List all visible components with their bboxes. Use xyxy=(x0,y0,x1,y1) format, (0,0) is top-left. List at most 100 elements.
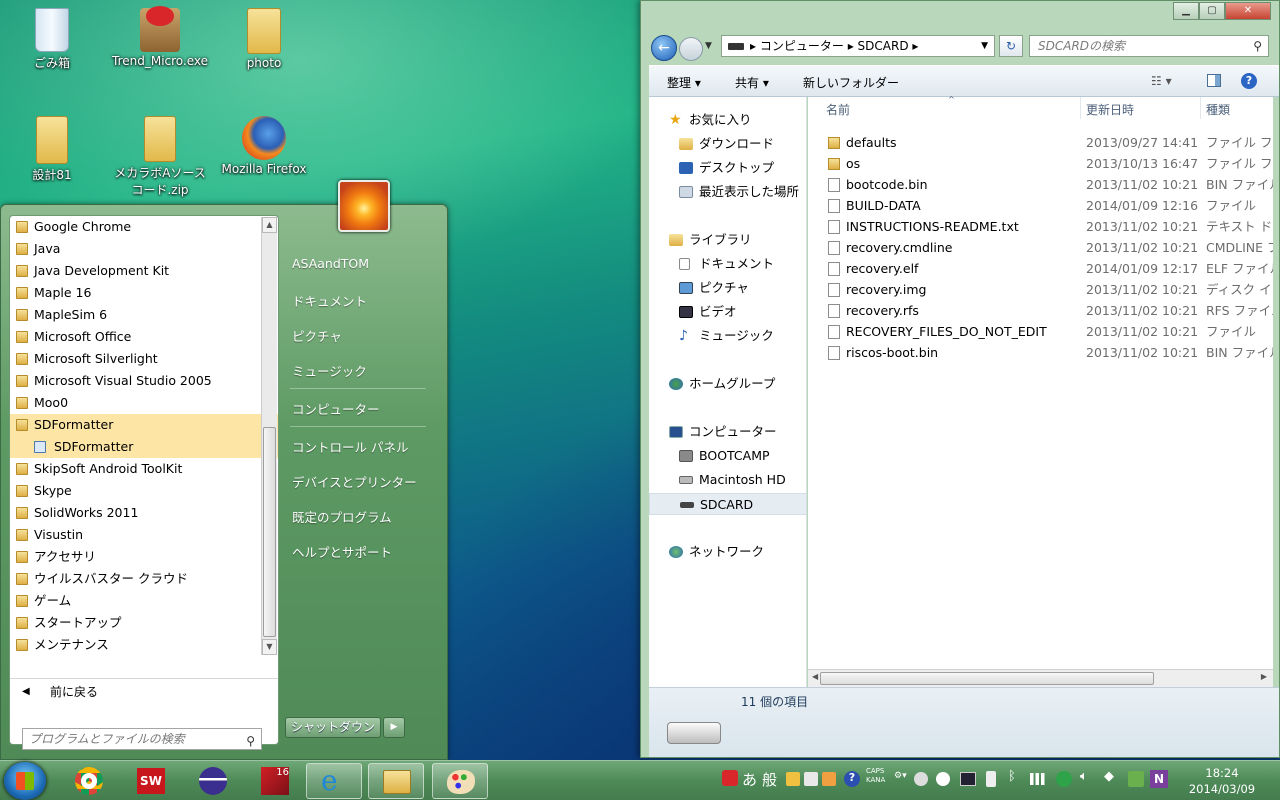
program-folder-item[interactable]: Visustin xyxy=(10,524,278,546)
breadcrumb-computer[interactable]: コンピューター xyxy=(760,39,844,53)
column-header-type[interactable]: 種類 xyxy=(1206,101,1230,118)
program-folder-item[interactable]: MapleSim 6 xyxy=(10,304,278,326)
sync-tray-icon[interactable] xyxy=(914,772,928,786)
column-header-date[interactable]: 更新日時 xyxy=(1086,101,1134,118)
desktop-icon-recycle-bin[interactable]: ごみ箱 xyxy=(4,8,100,71)
clock-tray-icon[interactable] xyxy=(936,772,950,786)
program-list-scrollbar[interactable]: ▲ ▼ xyxy=(261,217,277,655)
start-right-documents[interactable]: ドキュメント xyxy=(292,291,367,310)
clock[interactable]: 18:24 2014/03/09 xyxy=(1172,765,1272,797)
nav-homegroup[interactable]: ホームグループ xyxy=(649,373,807,395)
close-button[interactable]: ✕ xyxy=(1225,2,1271,20)
program-folder-item[interactable]: Maple 16 xyxy=(10,282,278,304)
bluetooth-icon[interactable]: ᛒ xyxy=(1008,769,1016,787)
nav-desktop[interactable]: デスクトップ xyxy=(649,157,807,179)
shutdown-button[interactable]: シャットダウン xyxy=(285,717,381,738)
ime-dictionary[interactable]: 般 xyxy=(762,769,777,789)
taskbar-paint[interactable] xyxy=(432,763,488,799)
new-folder-button[interactable]: 新しいフォルダー xyxy=(803,74,899,91)
program-folder-item[interactable]: メンテナンス xyxy=(10,634,278,656)
desktop-icon-mecalab-zip[interactable]: メカラボAソースコード.zip xyxy=(110,116,210,198)
nav-network[interactable]: ネットワーク xyxy=(649,541,807,563)
program-folder-item[interactable]: Google Chrome xyxy=(10,216,278,238)
hscroll-thumb[interactable] xyxy=(820,672,1154,685)
start-right-help[interactable]: ヘルプとサポート xyxy=(292,542,392,561)
volume-icon[interactable]: 🔈︎ xyxy=(1080,769,1088,787)
back-nav-button[interactable]: ← xyxy=(651,35,677,61)
breadcrumb-sdcard[interactable]: SDCARD xyxy=(858,39,909,53)
file-row[interactable]: INSTRUCTIONS-README.txt 2013/11/02 10:21 テ… xyxy=(808,216,1273,237)
preview-pane-button[interactable] xyxy=(1207,74,1221,87)
start-right-control-panel[interactable]: コントロール パネル xyxy=(292,437,408,456)
start-right-computer[interactable]: コンピューター xyxy=(292,399,380,418)
user-picture[interactable] xyxy=(338,180,390,232)
program-folder-item[interactable]: ウイルスバスター クラウド xyxy=(10,568,278,590)
ime-tools-icon[interactable] xyxy=(786,772,800,786)
taskbar-maple[interactable]: 16 xyxy=(248,763,304,799)
desktop-icon-firefox[interactable]: Mozilla Firefox xyxy=(216,116,312,176)
back-button[interactable]: ◀ 前に戻る xyxy=(10,678,278,704)
program-folder-item[interactable]: スタートアップ xyxy=(10,612,278,634)
nav-libraries[interactable]: ライブラリ xyxy=(649,229,807,251)
explorer-search-input[interactable]: SDCARDの検索 ⚲ xyxy=(1029,35,1269,57)
scroll-up-icon[interactable]: ▲ xyxy=(262,217,277,233)
file-row[interactable]: os 2013/10/13 16:47 ファイル フォ xyxy=(808,153,1273,174)
minimize-button[interactable]: ▁ xyxy=(1173,2,1199,20)
address-bar[interactable]: ▸ コンピューター ▸ SDCARD ▸ ▼ xyxy=(721,35,995,57)
nav-music[interactable]: ♪ ミュージック xyxy=(649,325,807,347)
program-folder-item[interactable]: アクセサリ xyxy=(10,546,278,568)
app-tray-icon[interactable] xyxy=(1128,771,1144,787)
file-row[interactable]: BUILD-DATA 2014/01/09 12:16 ファイル xyxy=(808,195,1273,216)
file-list-hscrollbar[interactable]: ◀ ▶ xyxy=(808,669,1273,687)
taskbar-ie[interactable]: e xyxy=(306,763,362,799)
program-folder-item[interactable]: SkipSoft Android ToolKit xyxy=(10,458,278,480)
file-row[interactable]: recovery.cmdline 2013/11/02 10:21 CMDLINE … xyxy=(808,237,1273,258)
nav-downloads[interactable]: ダウンロード xyxy=(649,133,807,155)
ime-options-icon[interactable]: ⚙▾ xyxy=(894,771,907,789)
start-right-user[interactable]: ASAandTOM xyxy=(292,256,369,271)
desktop-icon-photo[interactable]: photo xyxy=(216,8,312,70)
help-button[interactable]: ? xyxy=(1241,73,1257,89)
file-row[interactable]: recovery.img 2013/11/02 10:21 ディスク イメ xyxy=(808,279,1273,300)
desktop-icon-trend-micro[interactable]: Trend_Micro.exe xyxy=(112,6,208,68)
taskbar-chrome[interactable] xyxy=(62,763,118,799)
onenote-tray-icon[interactable]: N xyxy=(1150,770,1168,788)
file-row[interactable]: recovery.rfs 2013/11/02 10:21 RFS ファイル xyxy=(808,300,1273,321)
nav-pictures[interactable]: ピクチャ xyxy=(649,277,807,299)
program-folder-item[interactable]: SolidWorks 2011 xyxy=(10,502,278,524)
refresh-button[interactable]: ↻ xyxy=(999,35,1023,57)
antivirus-tray-icon[interactable] xyxy=(722,770,738,786)
start-right-music[interactable]: ミュージック xyxy=(292,361,367,380)
program-folder-item[interactable]: Microsoft Visual Studio 2005 xyxy=(10,370,278,392)
help-tray-icon[interactable]: ? xyxy=(844,771,860,787)
scroll-down-icon[interactable]: ▼ xyxy=(262,639,277,655)
nav-macintosh-hd[interactable]: Macintosh HD xyxy=(649,469,807,491)
battery-icon[interactable] xyxy=(986,771,996,787)
start-right-pictures[interactable]: ピクチャ xyxy=(292,326,342,345)
program-folder-item[interactable]: ゲーム xyxy=(10,590,278,612)
taskbar-eclipse[interactable] xyxy=(186,763,242,799)
scroll-thumb[interactable] xyxy=(263,427,276,637)
program-folder-item[interactable]: Moo0 xyxy=(10,392,278,414)
file-row[interactable]: RECOVERY_FILES_DO_NOT_EDIT 2013/11/02 10:… xyxy=(808,321,1273,342)
program-folder-item[interactable]: SDFormatter xyxy=(10,414,278,436)
recent-pages-button[interactable]: ▼ xyxy=(705,41,712,51)
nav-favorites[interactable]: ★ お気に入り xyxy=(649,109,807,131)
scroll-left-icon[interactable]: ◀ xyxy=(812,672,818,681)
program-folder-item[interactable]: Microsoft Silverlight xyxy=(10,348,278,370)
program-item-sdformatter-app[interactable]: SDFormatter xyxy=(10,436,278,458)
start-search-input[interactable]: プログラムとファイルの検索 ⚲ xyxy=(22,728,262,750)
file-row[interactable]: riscos-boot.bin 2013/11/02 10:21 BIN ファイル xyxy=(808,342,1273,363)
column-header-name[interactable]: 名前 xyxy=(826,101,850,118)
file-row[interactable]: recovery.elf 2014/01/09 12:17 ELF ファイル xyxy=(808,258,1273,279)
display-tray-icon[interactable] xyxy=(960,772,976,786)
organize-button[interactable]: 整理 ▾ xyxy=(667,74,701,91)
start-right-devices-printers[interactable]: デバイスとプリンター xyxy=(292,472,417,491)
nav-recent[interactable]: 最近表示した場所 xyxy=(649,181,807,203)
address-dropdown-icon[interactable]: ▼ xyxy=(981,36,988,56)
taskbar-solidworks[interactable]: SW xyxy=(124,763,180,799)
program-folder-item[interactable]: Microsoft Office xyxy=(10,326,278,348)
nav-videos[interactable]: ビデオ xyxy=(649,301,807,323)
ime-mode[interactable]: あ xyxy=(742,769,757,789)
share-button[interactable]: 共有 ▾ xyxy=(735,74,769,91)
